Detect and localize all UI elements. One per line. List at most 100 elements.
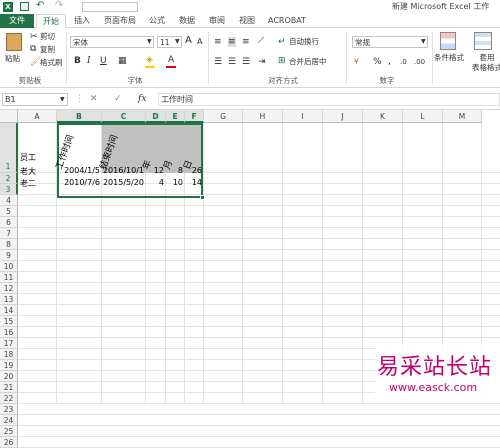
- paste-icon[interactable]: [6, 33, 22, 51]
- percent-button[interactable]: %: [373, 57, 382, 67]
- comma-button[interactable]: ,: [388, 57, 391, 67]
- wrap-text-button[interactable]: 自动换行: [289, 37, 319, 47]
- cut-button[interactable]: 剪切: [40, 32, 55, 42]
- tab-data[interactable]: 数据: [174, 14, 200, 28]
- align-bottom-icon[interactable]: ≡: [242, 37, 250, 47]
- row-header[interactable]: 18: [0, 349, 18, 360]
- row-header[interactable]: 2: [0, 173, 18, 184]
- format-painter-button[interactable]: 格式刷: [40, 58, 63, 68]
- row-header[interactable]: 22: [0, 393, 18, 404]
- chevron-down-icon[interactable]: ▼: [175, 37, 180, 47]
- align-middle-icon[interactable]: ≡: [228, 37, 236, 47]
- tab-review[interactable]: 审阅: [204, 14, 230, 28]
- cell-a3[interactable]: 老二: [20, 178, 36, 189]
- decrease-decimal-icon[interactable]: .00: [414, 57, 425, 67]
- row-header[interactable]: 13: [0, 294, 18, 305]
- row-header[interactable]: 10: [0, 261, 18, 272]
- column-header[interactable]: C: [102, 110, 146, 123]
- save-icon[interactable]: [20, 2, 29, 11]
- wrap-text-icon[interactable]: ↵: [278, 37, 286, 47]
- paste-button[interactable]: 粘贴: [5, 54, 20, 64]
- row-header[interactable]: 21: [0, 382, 18, 393]
- row-header[interactable]: 26: [0, 437, 18, 448]
- font-color-button[interactable]: A: [168, 55, 174, 65]
- merge-icon[interactable]: ⊞: [278, 56, 286, 66]
- row-header[interactable]: 6: [0, 217, 18, 228]
- borders-icon[interactable]: ▦: [118, 56, 127, 66]
- column-header[interactable]: M: [443, 110, 482, 123]
- cell-c3[interactable]: 2015/5/20: [102, 178, 145, 187]
- row-header[interactable]: 8: [0, 239, 18, 250]
- font-name-select[interactable]: 宋体: [70, 36, 154, 48]
- row-header[interactable]: 11: [0, 272, 18, 283]
- column-header[interactable]: K: [363, 110, 403, 123]
- cell-f2[interactable]: 26: [185, 166, 203, 175]
- column-header[interactable]: D: [146, 110, 166, 123]
- cell-d3[interactable]: 4: [146, 178, 165, 187]
- column-header[interactable]: E: [166, 110, 185, 123]
- cell-f3[interactable]: 14: [185, 178, 203, 187]
- column-header[interactable]: B: [57, 110, 102, 123]
- cell-e2[interactable]: 8: [166, 166, 184, 175]
- formula-input[interactable]: 工作时间: [158, 93, 500, 106]
- table-format-button[interactable]: 套用 表格格式: [472, 53, 500, 73]
- orientation-icon[interactable]: ⟋: [258, 36, 264, 46]
- column-header[interactable]: G: [204, 110, 243, 123]
- row-header[interactable]: 19: [0, 360, 18, 371]
- align-center-icon[interactable]: ☰: [228, 57, 236, 67]
- tab-file[interactable]: 文件: [0, 14, 34, 28]
- select-all-corner[interactable]: [0, 110, 18, 123]
- chevron-down-icon[interactable]: ▼: [147, 37, 152, 47]
- column-header[interactable]: L: [403, 110, 443, 123]
- cell-b3[interactable]: 2010/7/6: [57, 178, 101, 187]
- align-right-icon[interactable]: ☰: [242, 57, 250, 67]
- grow-font-button[interactable]: A: [185, 36, 192, 46]
- align-top-icon[interactable]: ≡: [214, 37, 222, 47]
- column-header[interactable]: I: [283, 110, 323, 123]
- row-header[interactable]: 24: [0, 415, 18, 426]
- tab-acrobat[interactable]: ACROBAT: [264, 14, 310, 28]
- row-header[interactable]: 15: [0, 316, 18, 327]
- row-header[interactable]: 3: [0, 184, 18, 195]
- currency-button[interactable]: ¥: [354, 57, 359, 67]
- copy-icon[interactable]: ⧉: [30, 44, 36, 54]
- column-header[interactable]: H: [243, 110, 283, 123]
- row-header[interactable]: 16: [0, 327, 18, 338]
- underline-button[interactable]: U: [100, 56, 107, 66]
- cell-a1[interactable]: 员工: [20, 152, 36, 163]
- indent-icon[interactable]: ⇥: [258, 57, 266, 67]
- row-header[interactable]: 1: [0, 123, 18, 173]
- name-box[interactable]: B1: [2, 93, 68, 106]
- chevron-down-icon[interactable]: ▼: [60, 95, 65, 105]
- cell-b2[interactable]: 2004/1/5: [57, 166, 101, 175]
- align-left-icon[interactable]: ☰: [214, 57, 222, 67]
- row-header[interactable]: 20: [0, 371, 18, 382]
- merge-center-button[interactable]: 合并后居中: [289, 57, 327, 67]
- row-header[interactable]: 23: [0, 404, 18, 415]
- column-header[interactable]: F: [185, 110, 204, 123]
- conditional-format-button[interactable]: 条件格式: [434, 53, 464, 63]
- conditional-format-icon[interactable]: [440, 32, 456, 50]
- redo-icon[interactable]: ↷: [55, 0, 63, 11]
- column-header[interactable]: J: [323, 110, 363, 123]
- row-header[interactable]: 7: [0, 228, 18, 239]
- italic-button[interactable]: I: [87, 56, 91, 66]
- scissors-icon[interactable]: ✂: [30, 32, 38, 42]
- cell-c2[interactable]: 2016/10/1: [102, 166, 145, 175]
- increase-decimal-icon[interactable]: .0: [400, 57, 407, 67]
- fill-handle[interactable]: [200, 195, 205, 200]
- row-header[interactable]: 12: [0, 283, 18, 294]
- copy-button[interactable]: 复制: [40, 45, 55, 55]
- excel-icon[interactable]: X: [3, 2, 13, 12]
- tab-view[interactable]: 视图: [234, 14, 260, 28]
- tab-formulas[interactable]: 公式: [144, 14, 170, 28]
- column-header[interactable]: A: [18, 110, 57, 123]
- bold-button[interactable]: B: [74, 56, 81, 66]
- number-format-select[interactable]: 常规: [352, 36, 428, 48]
- cancel-icon[interactable]: ✕: [90, 94, 98, 104]
- row-header[interactable]: 9: [0, 250, 18, 261]
- tab-page-layout[interactable]: 页面布局: [100, 14, 140, 28]
- fill-color-icon[interactable]: ◈: [146, 55, 153, 65]
- row-header[interactable]: 25: [0, 426, 18, 437]
- quick-access-box[interactable]: [82, 2, 138, 12]
